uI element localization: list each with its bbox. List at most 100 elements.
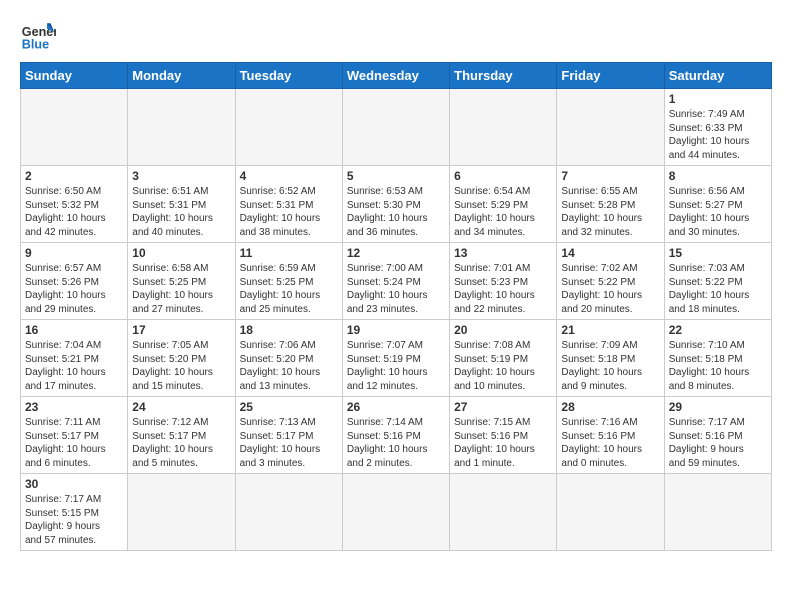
day-info: Sunrise: 6:58 AM Sunset: 5:25 PM Dayligh… [132,262,230,316]
calendar-cell: 1 Sunrise: 7:49 AM Sunset: 6:33 PM Daylig… [664,89,771,166]
day-info: Sunrise: 7:14 AM Sunset: 5:16 PM Dayligh… [347,416,445,470]
day-info: Sunrise: 7:17 AM Sunset: 5:15 PM Dayligh… [25,493,123,547]
calendar-cell: 14Sunrise: 7:02 AM Sunset: 5:22 PM Dayli… [557,243,664,320]
weekday-header-wednesday: Wednesday [342,63,449,89]
calendar-week-5: 23 Sunrise: 7:11 AM Sunset: 5:17 PM Dayli… [21,397,772,474]
calendar-cell [342,89,449,166]
calendar-cell: 25 Sunrise: 7:13 AM Sunset: 5:17 PM Dayli… [235,397,342,474]
day-number: 21 [561,323,659,337]
weekday-header-saturday: Saturday [664,63,771,89]
calendar-cell: 6 Sunrise: 6:54 AM Sunset: 5:29 PM Daylig… [450,166,557,243]
day-info: Sunrise: 6:51 AM Sunset: 5:31 PM Dayligh… [132,185,230,239]
calendar-cell: 29Sunrise: 7:17 AM Sunset: 5:16 PM Dayli… [664,397,771,474]
day-info: Sunrise: 6:57 AM Sunset: 5:26 PM Dayligh… [25,262,123,316]
calendar-cell: 8 Sunrise: 6:56 AM Sunset: 5:27 PM Daylig… [664,166,771,243]
day-info: Sunrise: 6:52 AM Sunset: 5:31 PM Dayligh… [240,185,338,239]
calendar-cell: 10 Sunrise: 6:58 AM Sunset: 5:25 PM Dayli… [128,243,235,320]
calendar-cell: 7 Sunrise: 6:55 AM Sunset: 5:28 PM Daylig… [557,166,664,243]
day-info: Sunrise: 7:12 AM Sunset: 5:17 PM Dayligh… [132,416,230,470]
day-number: 27 [454,400,552,414]
weekday-header-friday: Friday [557,63,664,89]
calendar-cell: 5 Sunrise: 6:53 AM Sunset: 5:30 PM Daylig… [342,166,449,243]
calendar-cell: 19Sunrise: 7:07 AM Sunset: 5:19 PM Dayli… [342,320,449,397]
calendar-cell: 3Sunrise: 6:51 AM Sunset: 5:31 PM Daylig… [128,166,235,243]
calendar-table: SundayMondayTuesdayWednesdayThursdayFrid… [20,62,772,551]
calendar-cell: 30Sunrise: 7:17 AM Sunset: 5:15 PM Dayli… [21,474,128,551]
calendar-cell [664,474,771,551]
weekday-header-sunday: Sunday [21,63,128,89]
day-number: 4 [240,169,338,183]
day-number: 6 [454,169,552,183]
day-number: 8 [669,169,767,183]
day-info: Sunrise: 7:16 AM Sunset: 5:16 PM Dayligh… [561,416,659,470]
day-number: 20 [454,323,552,337]
page: General Blue SundayMondayTuesdayWednesda… [0,0,792,612]
day-info: Sunrise: 6:50 AM Sunset: 5:32 PM Dayligh… [25,185,123,239]
header: General Blue [20,16,772,52]
calendar-cell [342,474,449,551]
day-number: 12 [347,246,445,260]
calendar-cell: 9 Sunrise: 6:57 AM Sunset: 5:26 PM Daylig… [21,243,128,320]
calendar-cell: 20Sunrise: 7:08 AM Sunset: 5:19 PM Dayli… [450,320,557,397]
day-number: 28 [561,400,659,414]
day-number: 10 [132,246,230,260]
generalblue-logo-icon: General Blue [20,16,56,52]
calendar-cell: 21 Sunrise: 7:09 AM Sunset: 5:18 PM Dayli… [557,320,664,397]
calendar-header-row: SundayMondayTuesdayWednesdayThursdayFrid… [21,63,772,89]
day-number: 9 [25,246,123,260]
day-info: Sunrise: 6:56 AM Sunset: 5:27 PM Dayligh… [669,185,767,239]
weekday-header-monday: Monday [128,63,235,89]
day-number: 26 [347,400,445,414]
day-number: 13 [454,246,552,260]
day-number: 11 [240,246,338,260]
calendar-cell: 4 Sunrise: 6:52 AM Sunset: 5:31 PM Daylig… [235,166,342,243]
calendar-cell [450,474,557,551]
day-info: Sunrise: 6:59 AM Sunset: 5:25 PM Dayligh… [240,262,338,316]
day-info: Sunrise: 7:49 AM Sunset: 6:33 PM Dayligh… [669,108,767,162]
calendar-cell: 26 Sunrise: 7:14 AM Sunset: 5:16 PM Dayli… [342,397,449,474]
day-info: Sunrise: 7:15 AM Sunset: 5:16 PM Dayligh… [454,416,552,470]
day-info: Sunrise: 7:01 AM Sunset: 5:23 PM Dayligh… [454,262,552,316]
calendar-week-6: 30Sunrise: 7:17 AM Sunset: 5:15 PM Dayli… [21,474,772,551]
day-number: 7 [561,169,659,183]
calendar-week-2: 2Sunrise: 6:50 AM Sunset: 5:32 PM Daylig… [21,166,772,243]
calendar-cell [235,474,342,551]
calendar-cell [557,89,664,166]
day-info: Sunrise: 6:54 AM Sunset: 5:29 PM Dayligh… [454,185,552,239]
weekday-header-thursday: Thursday [450,63,557,89]
day-number: 1 [669,92,767,106]
day-info: Sunrise: 7:00 AM Sunset: 5:24 PM Dayligh… [347,262,445,316]
day-number: 25 [240,400,338,414]
day-info: Sunrise: 7:11 AM Sunset: 5:17 PM Dayligh… [25,416,123,470]
weekday-header-tuesday: Tuesday [235,63,342,89]
day-number: 22 [669,323,767,337]
day-number: 5 [347,169,445,183]
calendar-week-3: 9 Sunrise: 6:57 AM Sunset: 5:26 PM Daylig… [21,243,772,320]
day-info: Sunrise: 7:13 AM Sunset: 5:17 PM Dayligh… [240,416,338,470]
calendar-cell [21,89,128,166]
day-number: 14 [561,246,659,260]
svg-text:Blue: Blue [22,37,49,51]
day-info: Sunrise: 7:05 AM Sunset: 5:20 PM Dayligh… [132,339,230,393]
calendar-cell: 23 Sunrise: 7:11 AM Sunset: 5:17 PM Dayli… [21,397,128,474]
day-info: Sunrise: 7:09 AM Sunset: 5:18 PM Dayligh… [561,339,659,393]
calendar-cell [235,89,342,166]
day-info: Sunrise: 6:55 AM Sunset: 5:28 PM Dayligh… [561,185,659,239]
calendar-cell: 18 Sunrise: 7:06 AM Sunset: 5:20 PM Dayli… [235,320,342,397]
day-info: Sunrise: 7:07 AM Sunset: 5:19 PM Dayligh… [347,339,445,393]
calendar-cell: 15Sunrise: 7:03 AM Sunset: 5:22 PM Dayli… [664,243,771,320]
day-info: Sunrise: 6:53 AM Sunset: 5:30 PM Dayligh… [347,185,445,239]
day-info: Sunrise: 7:06 AM Sunset: 5:20 PM Dayligh… [240,339,338,393]
day-info: Sunrise: 7:03 AM Sunset: 5:22 PM Dayligh… [669,262,767,316]
calendar-cell: 16Sunrise: 7:04 AM Sunset: 5:21 PM Dayli… [21,320,128,397]
day-number: 23 [25,400,123,414]
calendar-cell: 24 Sunrise: 7:12 AM Sunset: 5:17 PM Dayli… [128,397,235,474]
day-number: 18 [240,323,338,337]
calendar-cell: 12 Sunrise: 7:00 AM Sunset: 5:24 PM Dayli… [342,243,449,320]
logo: General Blue [20,16,56,52]
calendar-cell: 2Sunrise: 6:50 AM Sunset: 5:32 PM Daylig… [21,166,128,243]
day-number: 24 [132,400,230,414]
day-info: Sunrise: 7:04 AM Sunset: 5:21 PM Dayligh… [25,339,123,393]
day-info: Sunrise: 7:17 AM Sunset: 5:16 PM Dayligh… [669,416,767,470]
calendar-cell: 28 Sunrise: 7:16 AM Sunset: 5:16 PM Dayli… [557,397,664,474]
